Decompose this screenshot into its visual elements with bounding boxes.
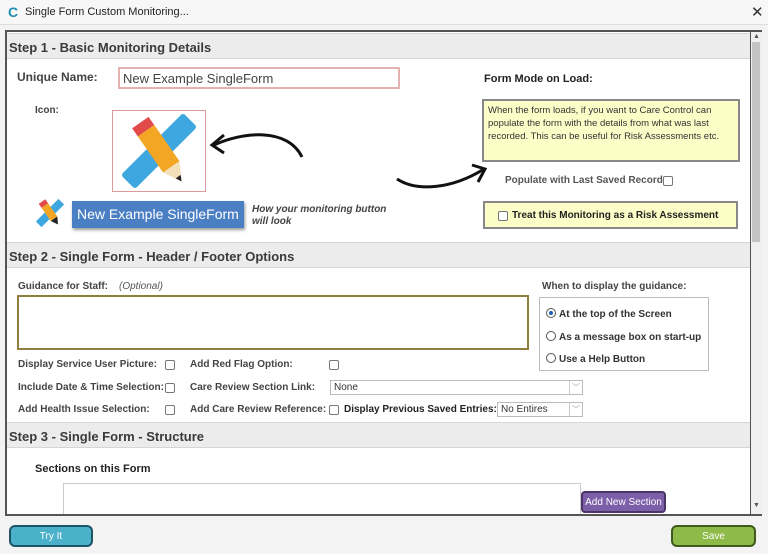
close-icon[interactable]: ✕	[751, 3, 764, 21]
care-review-ref-label: Add Care Review Reference:	[190, 404, 327, 415]
guidance-textarea[interactable]	[17, 295, 529, 350]
select-value: None	[334, 382, 358, 393]
radio-help-button[interactable]: Use a Help Button	[546, 353, 645, 365]
red-flag-checkbox[interactable]	[329, 360, 339, 370]
arrow-decoration	[209, 133, 488, 189]
scroll-up-icon[interactable]: ▲	[753, 33, 760, 40]
care-review-ref-checkbox[interactable]	[329, 405, 339, 415]
populate-label: Populate with Last Saved Record:	[505, 175, 667, 186]
scrollbar[interactable]: ▲ ▼	[750, 32, 762, 514]
care-review-link-select[interactable]: None ﹀	[330, 380, 583, 395]
scroll-down-icon[interactable]: ▼	[753, 502, 760, 509]
unique-name-label: Unique Name:	[17, 70, 98, 84]
step2-header: Step 2 - Single Form - Header / Footer O…	[7, 242, 750, 268]
sections-list[interactable]	[63, 483, 581, 514]
guidance-optional: (Optional)	[119, 281, 163, 292]
health-issue-label: Add Health Issue Selection:	[18, 404, 150, 415]
scrollbar-thumb[interactable]	[752, 42, 760, 242]
icon-label: Icon:	[35, 105, 59, 116]
preview-monitoring-button: New Example SingleForm	[72, 201, 244, 228]
chevron-down-icon: ﹀	[569, 381, 582, 394]
form-mode-label: Form Mode on Load:	[484, 73, 593, 85]
small-pencil-ruler-icon	[36, 198, 64, 228]
red-flag-label: Add Red Flag Option:	[190, 359, 293, 370]
icon-picker[interactable]	[112, 110, 206, 192]
guidance-display-radio-group: At the top of the Screen As a message bo…	[539, 297, 709, 371]
care-review-link-label: Care Review Section Link:	[190, 382, 316, 393]
risk-assessment-box[interactable]: Treat this Monitoring as a Risk Assessme…	[483, 201, 738, 229]
display-prev-label: Display Previous Saved Entries:	[344, 404, 497, 415]
display-prev-select[interactable]: No Entires ﹀	[497, 402, 583, 417]
sections-label: Sections on this Form	[35, 463, 151, 475]
display-picture-checkbox[interactable]	[165, 360, 175, 370]
try-it-button[interactable]: Try It	[9, 525, 93, 547]
radio-message-box[interactable]: As a message box on start-up	[546, 331, 701, 343]
radio-label: As a message box on start-up	[559, 332, 702, 343]
add-section-button[interactable]: Add New Section	[581, 491, 666, 513]
app-logo-icon: C	[8, 4, 19, 20]
step3-header: Step 3 - Single Form - Structure	[7, 422, 750, 448]
when-display-label: When to display the guidance:	[542, 281, 687, 292]
unique-name-input[interactable]	[118, 67, 400, 89]
risk-assessment-checkbox[interactable]	[498, 211, 508, 221]
step1-header: Step 1 - Basic Monitoring Details	[7, 33, 750, 59]
guidance-label: Guidance for Staff:	[18, 281, 109, 292]
risk-assessment-label: Treat this Monitoring as a Risk Assessme…	[512, 210, 719, 221]
chevron-down-icon: ﹀	[569, 403, 582, 416]
date-time-label: Include Date & Time Selection:	[18, 382, 164, 393]
window-title: Single Form Custom Monitoring...	[25, 6, 189, 18]
radio-top-of-screen[interactable]: At the top of the Screen	[546, 308, 672, 320]
pencil-ruler-icon	[122, 114, 196, 188]
radio-label: Use a Help Button	[559, 354, 646, 365]
date-time-checkbox[interactable]	[165, 383, 175, 393]
radio-label: At the top of the Screen	[559, 309, 672, 320]
title-bar: C Single Form Custom Monitoring... ✕	[0, 0, 768, 25]
health-issue-checkbox[interactable]	[165, 405, 175, 415]
populate-checkbox[interactable]	[663, 176, 673, 186]
form-mode-info: When the form loads, if you want to Care…	[482, 99, 740, 162]
preview-caption: How your monitoring button will look	[252, 204, 387, 227]
save-button[interactable]: Save	[671, 525, 756, 547]
form-panel: Step 1 - Basic Monitoring Details Unique…	[5, 30, 762, 516]
select-value: No Entires	[501, 404, 548, 415]
display-picture-label: Display Service User Picture:	[18, 359, 157, 370]
